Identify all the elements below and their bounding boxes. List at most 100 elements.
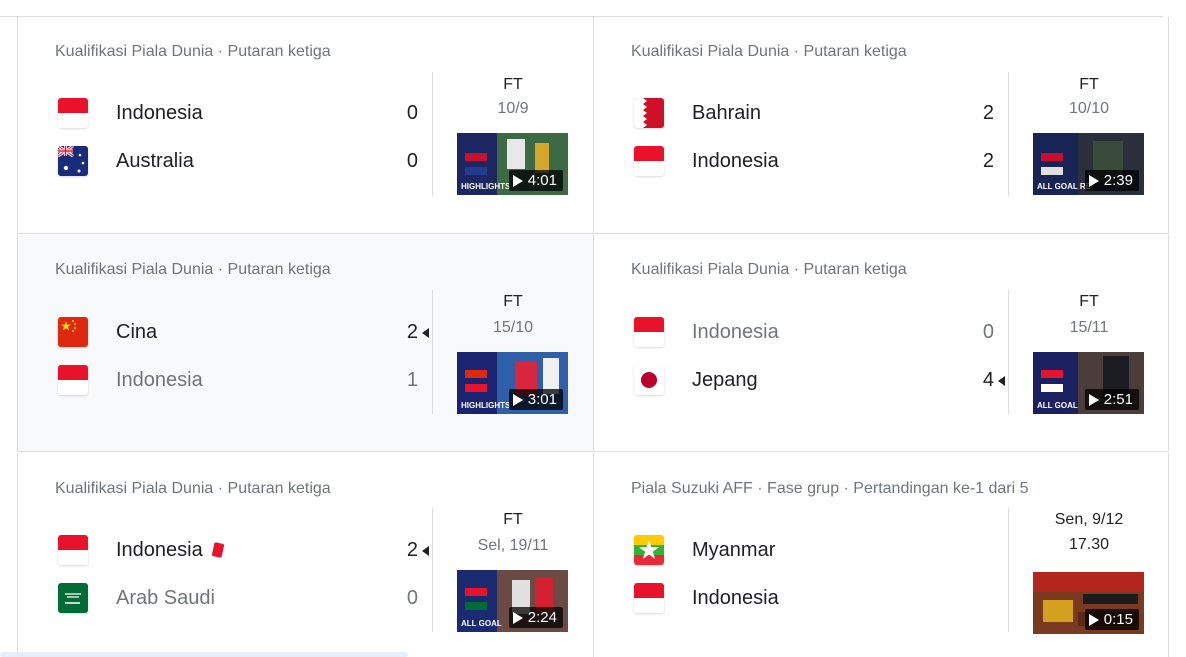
video-duration-badge: 2:24 [508,607,563,628]
match-status: FT 15/11 [1024,290,1154,340]
match-status: FT Sel, 19/11 [448,508,578,558]
video-thumbnail[interactable]: HIGHLIGHTS 4:01 [457,133,568,195]
match-card[interactable]: Kualifikasi Piala Dunia · Putaran ketiga… [17,453,593,657]
play-icon [1088,393,1099,406]
thumbnail-caption: ALL GOAL [461,619,502,628]
play-icon [1088,174,1099,187]
team-name: Indonesia [692,321,779,343]
status-text: FT [503,511,523,528]
video-duration-badge: 2:39 [1084,170,1139,191]
team-name: Myanmar [692,539,776,561]
team-name: Bahrain [692,102,761,124]
team-name: Australia [116,150,194,172]
winner-arrow-icon [422,328,429,338]
video-duration: 3:01 [527,391,557,408]
video-duration-badge: 4:01 [508,170,563,191]
match-status: FT 10/10 [1024,73,1154,121]
team-score: 2 [982,102,994,124]
video-thumbnail[interactable]: ALL GOAL 2:51 [1033,352,1144,414]
video-duration: 0:15 [1103,611,1133,628]
video-thumbnail[interactable]: ALL GOAL 2:24 [457,570,568,632]
video-duration-badge: 3:01 [508,389,563,410]
away-team: Indonesia 1 [58,365,418,397]
home-team: Indonesia 0 [634,317,994,349]
indonesia-flag-icon [58,535,88,565]
status-text: FT [1079,76,1099,93]
home-team: Myanmar [634,535,994,567]
team-name: Arab Saudi [116,587,215,609]
match-day: Sen, 9/12 [1054,511,1124,528]
video-duration: 2:24 [527,609,557,626]
away-team: Australia 0 [58,146,418,178]
thumbnail-caption: ALL GOAL [1037,401,1078,410]
japan-flag-icon [634,365,664,395]
away-team: Jepang 4 [634,365,1005,397]
away-team: Indonesia 2 [634,146,994,178]
match-date: 15/11 [1069,319,1109,336]
team-score: 2 [406,321,418,343]
video-thumbnail[interactable]: HIGHLIGHTS 3:01 [457,352,568,414]
match-status: FT 15/10 [448,290,578,340]
video-duration: 2:51 [1103,391,1133,408]
video-duration: 2:39 [1103,172,1133,189]
team-name: Jepang [692,369,758,391]
team-score: 0 [406,150,418,172]
vertical-divider [1008,508,1009,632]
video-thumbnail[interactable]: 0:15 [1033,572,1144,634]
match-date: 10/10 [1068,100,1110,117]
indonesia-flag-icon [634,583,664,613]
bottom-bar [0,652,408,657]
team-name: Indonesia [116,369,203,391]
indonesia-flag-icon [58,98,88,128]
red-card-icon [211,542,225,558]
match-card[interactable]: Kualifikasi Piala Dunia · Putaran ketiga… [593,235,1169,452]
competition-label: Kualifikasi Piala Dunia · Putaran ketiga [55,480,331,497]
status-text: FT [1079,293,1099,310]
team-score: 0 [982,321,994,343]
home-team: Indonesia 2 [58,535,429,567]
match-card[interactable]: Kualifikasi Piala Dunia · Putaran ketiga… [17,235,593,452]
match-time: 17.30 [1068,536,1110,553]
vertical-divider [432,72,433,196]
video-duration: 4:01 [527,172,557,189]
match-status: FT 10/9 [448,73,578,121]
match-status: Sen, 9/12 17.30 [1024,508,1154,557]
team-name: Indonesia [116,102,203,124]
match-date: 15/10 [492,319,534,336]
vertical-divider [1008,290,1009,414]
video-duration-badge: 2:51 [1084,389,1139,410]
vertical-divider [432,508,433,632]
play-icon [512,393,523,406]
match-card[interactable]: Piala Suzuki AFF · Fase grup · Pertandin… [593,453,1169,657]
match-date: Sel, 19/11 [477,537,549,554]
match-date: 10/9 [497,100,529,117]
indonesia-flag-icon [634,317,664,347]
myanmar-flag-icon [634,535,664,565]
vertical-divider [432,290,433,414]
status-text: FT [503,76,523,93]
saudi-flag-icon [58,583,88,613]
home-team: Indonesia 0 [58,98,418,130]
team-name: Indonesia [116,539,225,562]
competition-label: Kualifikasi Piala Dunia · Putaran ketiga [631,261,907,278]
thumbnail-caption: HIGHLIGHTS [461,182,511,191]
thumbnail-caption: HIGHLIGHTS [461,401,511,410]
match-card[interactable]: Kualifikasi Piala Dunia · Putaran ketiga… [17,17,593,234]
competition-label: Kualifikasi Piala Dunia · Putaran ketiga [631,43,907,60]
competition-label: Piala Suzuki AFF · Fase grup · Pertandin… [631,480,1029,497]
play-icon [512,611,523,624]
china-flag-icon [58,317,88,347]
play-icon [512,174,523,187]
team-score: 0 [406,102,418,124]
team-score: 0 [406,587,418,609]
team-score: 1 [406,369,418,391]
competition-label: Kualifikasi Piala Dunia · Putaran ketiga [55,261,331,278]
video-duration-badge: 0:15 [1084,609,1139,630]
home-team: Cina 2 [58,317,429,349]
bahrain-flag-icon [634,98,664,128]
team-score: 2 [982,150,994,172]
vertical-divider [1008,72,1009,196]
video-thumbnail[interactable]: ALL GOAL RE 2:39 [1033,133,1144,195]
match-card[interactable]: Kualifikasi Piala Dunia · Putaran ketiga… [593,17,1169,234]
team-name: Indonesia [692,150,779,172]
